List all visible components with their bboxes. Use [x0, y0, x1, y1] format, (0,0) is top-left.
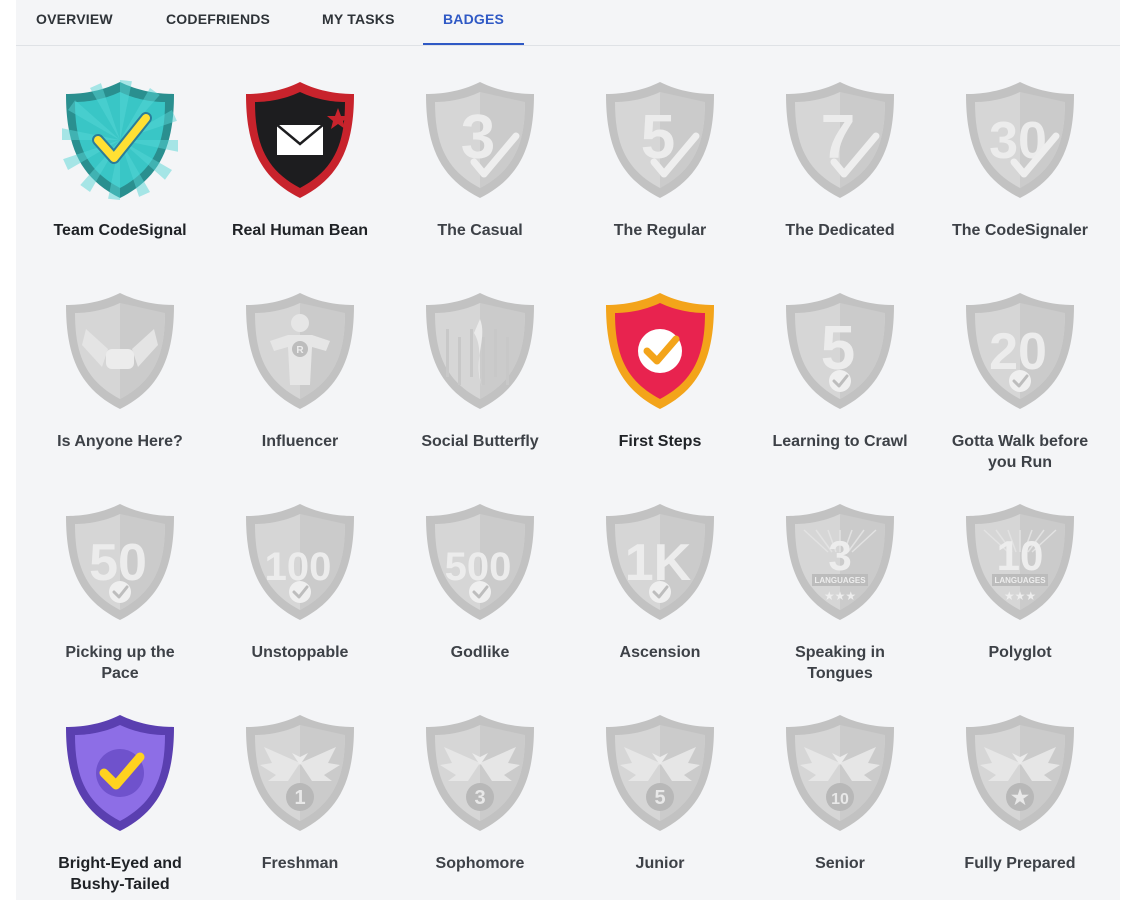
svg-text:LANGUAGES: LANGUAGES — [814, 576, 866, 585]
streak-3-badge-icon: 3 — [426, 82, 534, 198]
badge-item[interactable]: 10 LANGUAGES ★★★ Polyglot — [930, 496, 1110, 696]
badge-item[interactable]: 3 LANGUAGES ★★★ Speaking in Tongues — [750, 496, 930, 696]
badge-item[interactable]: 100 Unstoppable — [210, 496, 390, 696]
badge-label: Team CodeSignal — [53, 222, 187, 239]
checkmark-shield-purple-icon — [66, 715, 174, 831]
badge-label: Polyglot — [988, 644, 1052, 661]
tab-overview[interactable]: OVERVIEW — [16, 0, 133, 45]
solved-50-badge-icon: 50 — [66, 504, 174, 620]
badge-item[interactable]: 5 The Regular — [570, 74, 750, 274]
tab-my-tasks[interactable]: MY TASKS — [302, 0, 415, 45]
badge-label: Learning to Crawl — [772, 433, 908, 450]
badges-panel: OVERVIEW CODEFRIENDS MY TASKS BADGES Tea… — [16, 0, 1120, 900]
languages-10-badge-icon: 10LANGUAGES ★★★ — [966, 504, 1074, 620]
badge-label: Picking up the Pace — [65, 644, 175, 682]
profile-tabs: OVERVIEW CODEFRIENDS MY TASKS BADGES — [16, 0, 1120, 46]
badge-item[interactable]: 1 Freshman — [210, 707, 390, 900]
streak-7-badge-icon: 7 — [786, 82, 894, 198]
streak-5-badge-icon: 5 — [606, 82, 714, 198]
badge-label: Godlike — [450, 644, 510, 661]
envelope-shield-red-icon — [246, 82, 354, 198]
eagle-star-badge-icon: ★ — [966, 715, 1074, 831]
badge-item[interactable]: Is Anyone Here? — [30, 285, 210, 485]
badge-item[interactable]: 30 The CodeSignaler — [930, 74, 1110, 274]
badge-item[interactable]: First Steps — [570, 285, 750, 485]
butterfly-badge-icon — [426, 293, 534, 409]
svg-text:10: 10 — [997, 532, 1044, 579]
svg-text:★★★: ★★★ — [824, 589, 856, 603]
eagle-1-badge-icon: 1 — [246, 715, 354, 831]
badge-label: The CodeSignaler — [951, 222, 1089, 239]
badge-item[interactable]: 5 Learning to Crawl — [750, 285, 930, 485]
badge-item[interactable]: 1K Ascension — [570, 496, 750, 696]
svg-text:5: 5 — [654, 787, 665, 809]
badge-label: Real Human Bean — [231, 222, 369, 239]
svg-text:R: R — [296, 345, 304, 356]
badge-label: Influencer — [261, 433, 339, 450]
badge-label: Is Anyone Here? — [57, 433, 183, 450]
badge-label: The Dedicated — [785, 222, 895, 239]
badge-item[interactable]: 3 Sophomore — [390, 707, 570, 900]
badge-label: The Regular — [613, 222, 707, 239]
svg-text:10: 10 — [831, 791, 849, 808]
svg-text:3: 3 — [828, 532, 851, 579]
svg-text:1: 1 — [294, 787, 305, 809]
solved-100-badge-icon: 100 — [246, 504, 354, 620]
checkmark-shield-teal-icon — [62, 80, 178, 200]
badge-item[interactable]: 10 Senior — [750, 707, 930, 900]
badge-label: Junior — [635, 855, 685, 872]
svg-text:★★★: ★★★ — [1004, 589, 1036, 603]
solved-500-badge-icon: 500 — [426, 504, 534, 620]
badge-label: Unstoppable — [251, 644, 349, 661]
badge-label: Social Butterfly — [421, 433, 539, 450]
badge-item[interactable]: Real Human Bean — [210, 74, 390, 274]
badge-label: Bright-Eyed and Bushy-Tailed — [58, 855, 182, 893]
badge-label: Speaking in Tongues — [795, 644, 885, 682]
solved-1k-badge-icon: 1K — [606, 504, 714, 620]
svg-text:LANGUAGES: LANGUAGES — [994, 576, 1046, 585]
svg-text:3: 3 — [474, 787, 485, 809]
badge-label: Freshman — [261, 855, 339, 872]
eagle-10-badge-icon: 10 — [786, 715, 894, 831]
badge-label: First Steps — [618, 433, 702, 450]
badge-item[interactable]: 50 Picking up the Pace — [30, 496, 210, 696]
checkmark-shield-red-icon — [606, 293, 714, 409]
solved-5-badge-icon: 5 — [786, 293, 894, 409]
badge-item[interactable]: 500 Godlike — [390, 496, 570, 696]
badge-item[interactable]: 5 Junior — [570, 707, 750, 900]
badge-item[interactable]: 20 Gotta Walk before you Run — [930, 285, 1110, 485]
solved-20-badge-icon: 20 — [966, 293, 1074, 409]
eagle-3-badge-icon: 3 — [426, 715, 534, 831]
streak-30-badge-icon: 30 — [966, 82, 1074, 198]
badge-item[interactable]: 7 The Dedicated — [750, 74, 930, 274]
tab-badges[interactable]: BADGES — [423, 0, 525, 45]
svg-text:★: ★ — [1011, 787, 1029, 809]
badge-label: The Casual — [437, 222, 523, 239]
handshake-badge-icon — [66, 293, 174, 409]
badge-label: Ascension — [619, 644, 701, 661]
badge-item[interactable]: Team CodeSignal — [30, 74, 210, 274]
badge-item[interactable]: Social Butterfly — [390, 285, 570, 485]
badge-label: Fully Prepared — [964, 855, 1076, 872]
tab-codefriends[interactable]: CODEFRIENDS — [146, 0, 290, 45]
badge-item[interactable]: ★ Fully Prepared — [930, 707, 1110, 900]
languages-3-badge-icon: 3LANGUAGES ★★★ — [786, 504, 894, 620]
eagle-5-badge-icon: 5 — [606, 715, 714, 831]
badge-item[interactable]: Bright-Eyed and Bushy-Tailed — [30, 707, 210, 900]
badge-label: Senior — [815, 855, 865, 872]
badge-item[interactable]: 3 The Casual — [390, 74, 570, 274]
badge-item[interactable]: R Influencer — [210, 285, 390, 485]
badge-label: Sophomore — [435, 855, 525, 872]
hero-badge-icon: R — [246, 293, 354, 409]
badge-label: Gotta Walk before you Run — [951, 433, 1089, 471]
